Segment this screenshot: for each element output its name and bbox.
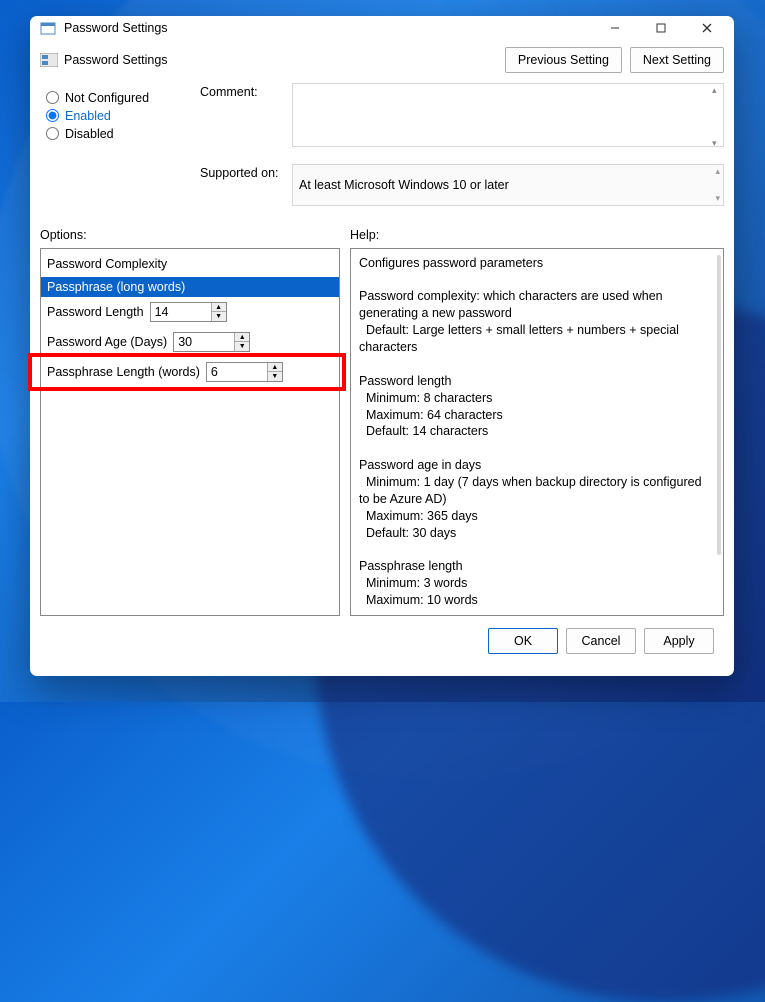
cancel-button[interactable]: Cancel <box>566 628 636 654</box>
password-age-label: Password Age (Days) <box>47 335 167 349</box>
close-button[interactable] <box>698 19 716 37</box>
policy-icon <box>40 53 58 67</box>
password-length-label: Password Length <box>47 305 144 319</box>
radio-enabled-label: Enabled <box>65 109 111 123</box>
help-line: Password complexity: which characters ar… <box>359 288 715 322</box>
help-line: Minimum: 1 day (7 days when backup direc… <box>359 474 715 508</box>
help-heading: Help: <box>350 228 379 242</box>
scroll-up-icon: ▴ <box>712 85 722 95</box>
maximize-button[interactable] <box>652 19 670 37</box>
scroll-up-icon: ▴ <box>715 166 720 177</box>
help-line: Maximum: 64 characters <box>359 407 715 424</box>
spin-up-icon[interactable]: ▲ <box>268 363 282 372</box>
radio-not-configured-input[interactable] <box>46 91 59 104</box>
subtitle-text: Password Settings <box>64 53 168 67</box>
titlebar: Password Settings <box>30 16 734 41</box>
help-line: Passphrase length <box>359 558 715 575</box>
comment-label: Comment: <box>200 83 292 99</box>
radio-disabled-label: Disabled <box>65 127 114 141</box>
help-scrollbar[interactable] <box>717 255 721 555</box>
help-line: Password length <box>359 373 715 390</box>
password-length-spinner[interactable]: ▲▼ <box>150 302 227 322</box>
window-title: Password Settings <box>64 21 168 35</box>
supported-label: Supported on: <box>200 164 292 180</box>
spin-down-icon[interactable]: ▼ <box>212 312 226 321</box>
help-line: Maximum: 365 days <box>359 508 715 525</box>
supported-on-text: At least Microsoft Windows 10 or later <box>292 164 724 206</box>
minimize-button[interactable] <box>606 19 624 37</box>
spin-down-icon[interactable]: ▼ <box>268 372 282 381</box>
spin-up-icon[interactable]: ▲ <box>235 333 249 342</box>
options-pane[interactable]: Password Complexity Passphrase (long wor… <box>40 248 340 616</box>
apply-button[interactable]: Apply <box>644 628 714 654</box>
help-line: Default: 30 days <box>359 525 715 542</box>
help-line: Default: 14 characters <box>359 423 715 440</box>
help-line: Minimum: 8 characters <box>359 390 715 407</box>
spin-down-icon[interactable]: ▼ <box>235 342 249 351</box>
options-heading: Options: <box>40 228 350 242</box>
ok-button[interactable]: OK <box>488 628 558 654</box>
radio-disabled-input[interactable] <box>46 127 59 140</box>
passphrase-length-spinner[interactable]: ▲▼ <box>206 362 283 382</box>
scroll-down-icon: ▾ <box>712 138 722 148</box>
options-horizontal-scrollbar[interactable] <box>41 547 339 561</box>
comment-textarea[interactable] <box>292 83 724 147</box>
previous-setting-button[interactable]: Previous Setting <box>505 47 622 73</box>
app-icon <box>40 20 56 36</box>
help-line: Configures password parameters <box>359 255 715 272</box>
password-length-input[interactable] <box>151 303 211 321</box>
spin-up-icon[interactable]: ▲ <box>212 303 226 312</box>
help-line: Minimum: 3 words <box>359 575 715 592</box>
password-age-spinner[interactable]: ▲▼ <box>173 332 250 352</box>
help-line: Maximum: 10 words <box>359 592 715 609</box>
radio-enabled-input[interactable] <box>46 109 59 122</box>
password-age-input[interactable] <box>174 333 234 351</box>
help-line: Password age in days <box>359 457 715 474</box>
radio-disabled[interactable]: Disabled <box>46 127 190 141</box>
passphrase-length-label: Passphrase Length (words) <box>47 365 200 379</box>
password-complexity-label: Password Complexity <box>41 249 339 277</box>
radio-not-configured-label: Not Configured <box>65 91 149 105</box>
passphrase-length-input[interactable] <box>207 363 267 381</box>
scroll-down-icon: ▾ <box>715 193 720 204</box>
help-line: Default: Large letters + small letters +… <box>359 322 715 356</box>
radio-enabled[interactable]: Enabled <box>46 109 190 123</box>
next-setting-button[interactable]: Next Setting <box>630 47 724 73</box>
help-pane[interactable]: Configures password parameters Password … <box>350 248 724 616</box>
dialog-window: Password Settings Password Settings Prev… <box>30 16 734 676</box>
password-complexity-dropdown[interactable]: Passphrase (long words) <box>41 277 339 297</box>
radio-not-configured[interactable]: Not Configured <box>46 91 190 105</box>
